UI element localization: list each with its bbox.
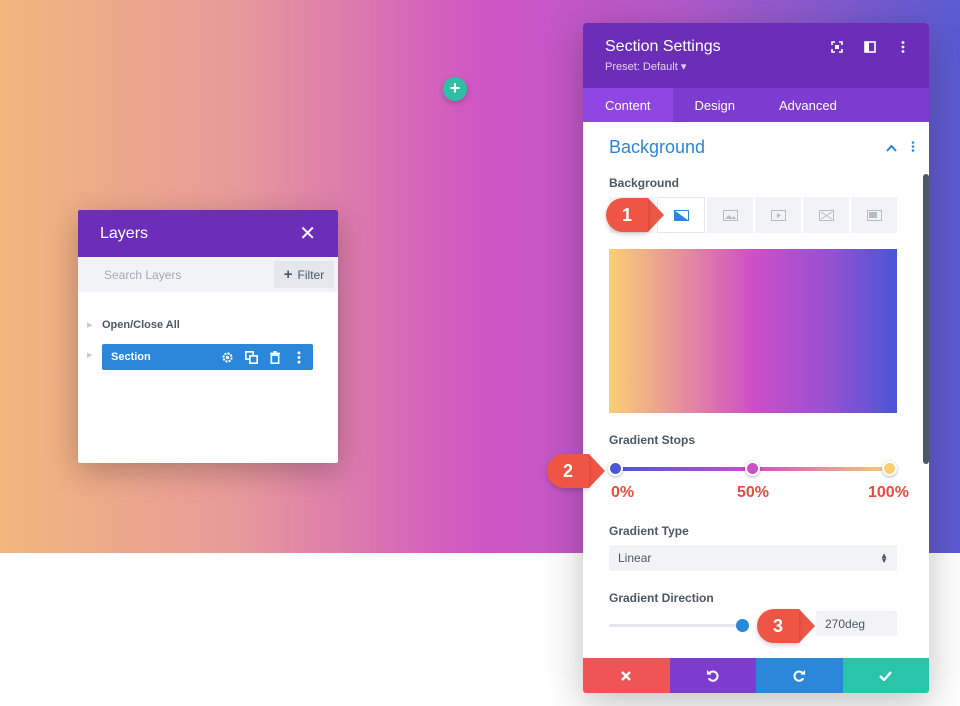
preset-selector[interactable]: Preset: Default ▾ bbox=[605, 60, 907, 73]
header-actions bbox=[829, 39, 911, 55]
callout-3: 3 bbox=[757, 609, 815, 643]
add-row-button[interactable]: + bbox=[443, 77, 467, 101]
gradient-direction-input[interactable]: 270deg bbox=[816, 611, 897, 636]
bg-type-video[interactable] bbox=[755, 197, 801, 233]
bg-type-image[interactable] bbox=[707, 197, 753, 233]
bg-type-pattern[interactable] bbox=[803, 197, 849, 233]
layers-search-bar: Search Layers + Filter bbox=[78, 257, 338, 292]
gradient-direction-label: Gradient Direction bbox=[609, 591, 714, 605]
settings-footer bbox=[583, 658, 929, 693]
search-layers-input[interactable]: Search Layers bbox=[104, 268, 181, 282]
caret-right-icon[interactable]: ▶ bbox=[87, 351, 92, 359]
canvas: + Layers ✕ Search Layers + Filter ▶ Open… bbox=[0, 0, 960, 706]
plus-icon: + bbox=[283, 265, 293, 283]
bg-type-gradient[interactable] bbox=[657, 197, 705, 233]
close-icon[interactable]: ✕ bbox=[299, 224, 316, 244]
open-close-all[interactable]: ▶ Open/Close All bbox=[87, 319, 180, 331]
section-label: Section bbox=[111, 351, 151, 363]
callout-pointer bbox=[799, 609, 815, 643]
select-arrows-icon: ▲ ▼ bbox=[880, 551, 888, 565]
fullscreen-icon[interactable] bbox=[829, 39, 845, 55]
video-icon bbox=[770, 209, 786, 221]
layer-item-section[interactable]: Section bbox=[102, 344, 313, 370]
background-group-title[interactable]: Background bbox=[609, 137, 705, 158]
settings-tabs: Content Design Advanced bbox=[583, 88, 929, 122]
open-close-label: Open/Close All bbox=[102, 319, 180, 331]
callout-number: 3 bbox=[757, 609, 799, 643]
split-view-icon[interactable] bbox=[862, 39, 878, 55]
undo-icon bbox=[707, 669, 719, 682]
gradient-stop-100[interactable] bbox=[882, 461, 897, 476]
gear-icon[interactable] bbox=[219, 349, 235, 365]
cancel-button[interactable] bbox=[583, 658, 670, 693]
callout-pointer bbox=[589, 454, 605, 488]
gradient-stop-50[interactable] bbox=[745, 461, 760, 476]
scrollbar[interactable] bbox=[923, 174, 929, 464]
caret-right-icon: ▶ bbox=[87, 322, 93, 329]
slider-thumb[interactable] bbox=[736, 619, 749, 632]
undo-button[interactable] bbox=[669, 658, 756, 693]
gradient-stop-0[interactable] bbox=[608, 461, 623, 476]
gradient-type-value: Linear bbox=[618, 551, 652, 565]
gradient-type-select[interactable]: Linear ▲ ▼ bbox=[609, 545, 897, 571]
background-label: Background bbox=[609, 176, 680, 190]
section-actions bbox=[219, 344, 307, 370]
callout-2: 2 bbox=[547, 454, 605, 488]
chevron-up-icon[interactable] bbox=[886, 139, 897, 157]
more-vertical-icon[interactable] bbox=[895, 39, 911, 55]
callout-1: 1 bbox=[606, 198, 664, 232]
bg-type-mask[interactable] bbox=[851, 197, 897, 233]
gradient-icon bbox=[673, 209, 689, 221]
section-settings-panel: Section Settings Preset: Default ▾ Conte… bbox=[583, 23, 929, 693]
check-icon bbox=[879, 670, 893, 681]
gradient-type-label: Gradient Type bbox=[609, 524, 689, 538]
tab-design[interactable]: Design bbox=[673, 88, 757, 122]
layers-panel: Layers ✕ Search Layers + Filter ▶ Open/C… bbox=[78, 210, 338, 463]
redo-icon bbox=[793, 669, 805, 682]
more-vertical-icon[interactable] bbox=[911, 139, 915, 157]
mask-icon bbox=[866, 209, 882, 221]
stop-label-50: 50% bbox=[737, 484, 770, 501]
image-icon bbox=[722, 209, 738, 221]
stop-label-100: 100% bbox=[868, 484, 909, 501]
redo-button[interactable] bbox=[756, 658, 843, 693]
duplicate-icon[interactable] bbox=[243, 349, 259, 365]
pattern-icon bbox=[818, 209, 834, 221]
gradient-direction-slider[interactable] bbox=[609, 624, 745, 627]
tab-advanced[interactable]: Advanced bbox=[757, 88, 859, 122]
gradient-stops-label: Gradient Stops bbox=[609, 433, 696, 447]
callout-pointer bbox=[648, 198, 664, 232]
more-vertical-icon[interactable] bbox=[291, 349, 307, 365]
tab-content[interactable]: Content bbox=[583, 88, 673, 122]
gradient-preview bbox=[609, 249, 897, 413]
layers-header: Layers ✕ bbox=[78, 210, 338, 257]
trash-icon[interactable] bbox=[267, 349, 283, 365]
filter-button[interactable]: + Filter bbox=[274, 261, 334, 288]
filter-label: Filter bbox=[297, 267, 325, 282]
layers-title: Layers bbox=[100, 224, 149, 242]
stop-label-0: 0% bbox=[611, 484, 635, 501]
callout-number: 1 bbox=[606, 198, 648, 232]
group-controls bbox=[886, 139, 915, 157]
save-button[interactable] bbox=[842, 658, 929, 693]
settings-header: Section Settings Preset: Default ▾ bbox=[583, 23, 929, 88]
callout-number: 2 bbox=[547, 454, 589, 488]
close-icon bbox=[621, 670, 632, 681]
